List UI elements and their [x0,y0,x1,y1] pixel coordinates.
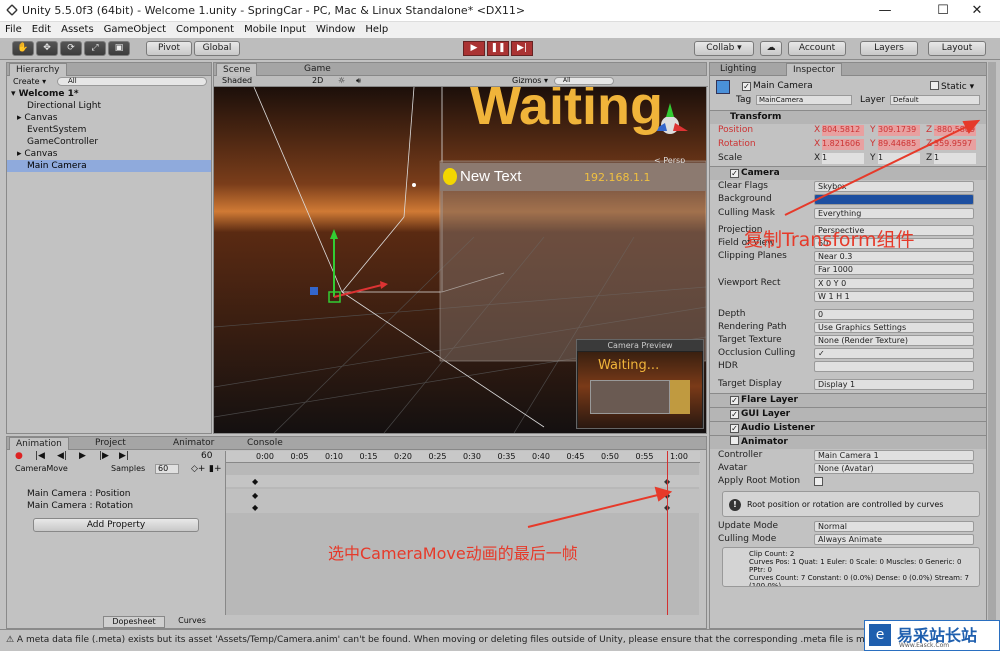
watermark: e 易采站长站 Www.Easck.Com [864,620,1000,651]
annotation-copy-transform: 复制Transform组件 [744,229,915,251]
status-message: ⚠ A meta data file (.meta) exists but it… [6,635,936,645]
status-bar[interactable]: ⚠ A meta data file (.meta) exists but it… [0,629,1000,651]
watermark-url: Www.Easck.Com [899,642,950,649]
watermark-logo-icon: e [869,624,891,646]
annotation-select-last-frame: 选中CameraMove动画的最后一帧 [328,544,578,563]
